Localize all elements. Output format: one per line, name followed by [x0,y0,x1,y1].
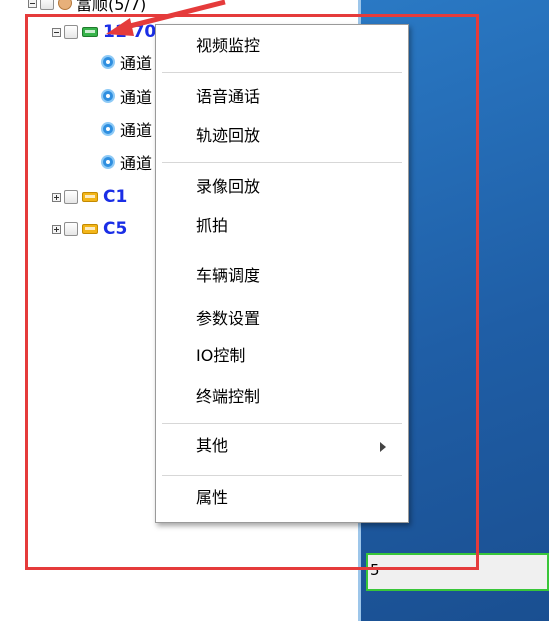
channel-label: 通道 [120,88,153,107]
menu-item-record-playback[interactable]: 录像回放 [156,172,408,202]
bus-offline-icon [82,192,98,202]
tree-group-row[interactable]: 富顺(5/7) [28,0,146,14]
group-label: 富顺(5/7) [76,0,147,14]
context-menu: 视频监控 语音通话 轨迹回放 录像回放 抓拍 车辆调度 参数设置 IO控制 终端… [155,24,409,523]
channel-label: 通道 [120,121,153,140]
status-strip-text: 5 [370,561,380,579]
menu-item-other-label: 其他 [196,436,229,455]
menu-separator [162,423,402,424]
vehicle-label: C5 [103,219,128,239]
tree-channel-row[interactable]: 通道 [101,51,152,73]
menu-item-terminal-control[interactable]: 终端控制 [156,382,408,412]
menu-item-track-playback[interactable]: 轨迹回放 [156,121,408,151]
status-strip: 5 [366,553,549,591]
tree-vehicle-row[interactable]: 11 702 [52,21,168,43]
menu-item-snapshot[interactable]: 抓拍 [156,211,408,241]
vehicle-label: C1 [103,187,128,207]
tree-channel-row[interactable]: 通道 [101,151,152,173]
tree-channel-row[interactable]: 通道 [101,85,152,107]
bus-online-icon [82,27,98,37]
group-icon [58,0,72,10]
camera-icon [101,89,115,103]
collapse-icon[interactable] [28,0,37,8]
menu-item-parameter-settings[interactable]: 参数设置 [156,304,408,334]
vehicle-checkbox[interactable] [64,25,78,39]
group-checkbox[interactable] [40,0,54,10]
tree-vehicle-row[interactable]: C1 [52,186,127,208]
channel-label: 通道 [120,54,153,73]
collapse-icon[interactable] [52,27,61,37]
camera-icon [101,122,115,136]
camera-icon [101,55,115,69]
expand-icon[interactable] [52,192,61,202]
channel-label: 通道 [120,154,153,173]
vehicle-checkbox[interactable] [64,190,78,204]
menu-separator [162,475,402,476]
menu-item-properties[interactable]: 属性 [156,483,408,513]
menu-separator [162,162,402,163]
menu-item-io-control[interactable]: IO控制 [156,341,408,371]
menu-separator [162,72,402,73]
menu-item-vehicle-dispatch[interactable]: 车辆调度 [156,261,408,291]
expand-icon[interactable] [52,224,61,234]
vehicle-checkbox[interactable] [64,222,78,236]
tree-channel-row[interactable]: 通道 [101,118,152,140]
camera-icon [101,155,115,169]
bus-offline-icon [82,224,98,234]
menu-item-video-monitor[interactable]: 视频监控 [156,31,408,61]
menu-item-other[interactable]: 其他 [156,431,408,461]
tree-vehicle-row[interactable]: C5 [52,218,127,240]
submenu-arrow-icon [380,442,386,452]
menu-item-voice-call[interactable]: 语音通话 [156,82,408,112]
